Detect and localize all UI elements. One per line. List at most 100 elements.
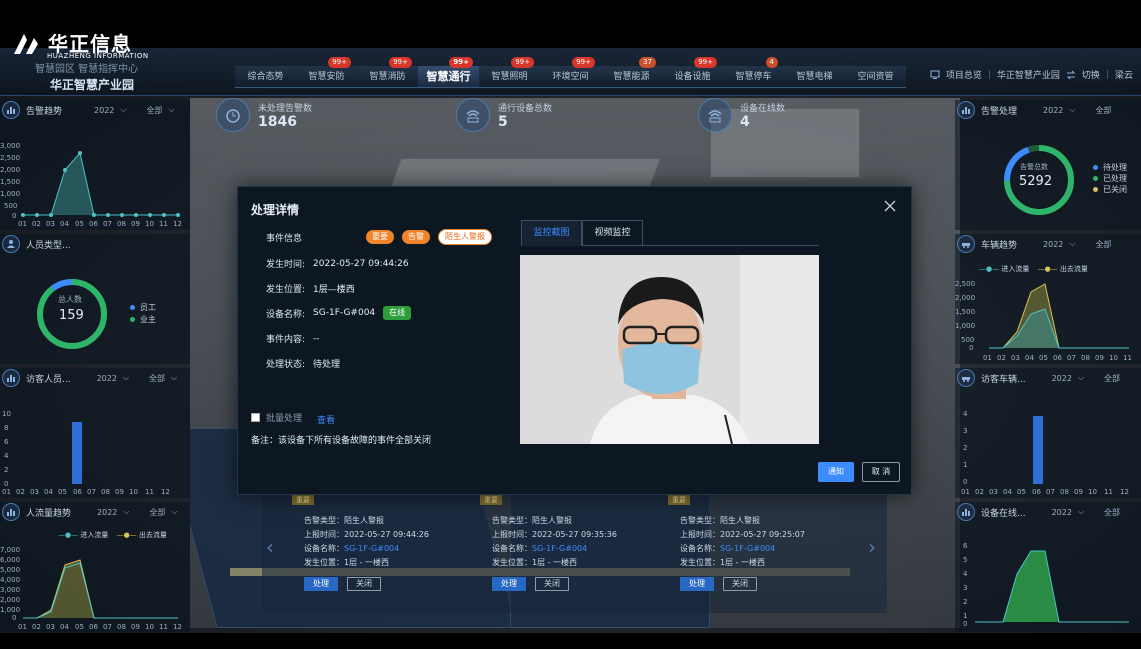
alarm-card: 重要 告警类型：陌生人警报 上报时间：2022-05-27 09:25:07 设…: [638, 495, 810, 605]
scope-select[interactable]: 全部: [149, 507, 165, 518]
svg-text:04: 04: [60, 623, 69, 631]
svg-text:03: 03: [1011, 354, 1020, 362]
alarm-device: 设备名称：SG-1F-G#004: [492, 544, 588, 553]
nav-item-space[interactable]: 空间资管: [845, 66, 906, 88]
svg-text:01: 01: [961, 488, 970, 496]
nav-item-lighting[interactable]: 智慧照明 99+: [479, 57, 540, 88]
chevron-right-icon[interactable]: ›: [868, 535, 876, 559]
panel-title: 访客人员...: [26, 374, 71, 385]
chevron-down-icon: ⌵: [171, 373, 178, 382]
chevron-down-icon: ⌵: [122, 373, 130, 382]
nav-item-parking[interactable]: 智慧停车 4: [723, 57, 784, 88]
main-nav: 综合态势 智慧安防 99+ 智慧消防 99+ 智慧通行 99+ 智慧照明 99+ 环境空…: [235, 57, 906, 88]
chart-icon: [2, 101, 20, 119]
svg-text:6: 6: [963, 542, 968, 550]
svg-text:09: 09: [131, 623, 140, 631]
stat-label: 通行设备总数: [498, 103, 553, 114]
svg-text:07: 07: [1046, 488, 1055, 496]
close-button[interactable]: 关闭: [347, 577, 381, 591]
year-select[interactable]: 2022: [1052, 508, 1072, 517]
person-legend: 员工 业主: [130, 302, 156, 326]
svg-text:06: 06: [89, 623, 98, 631]
year-select[interactable]: 2022: [1052, 374, 1072, 383]
year-select[interactable]: 2022: [1043, 106, 1063, 115]
handle-button[interactable]: 处理: [680, 577, 714, 591]
chevron-left-icon[interactable]: ‹: [266, 535, 274, 559]
batch-checkbox[interactable]: [251, 413, 260, 422]
donut-label: 告警总数: [1020, 163, 1048, 171]
device-name: SG-1F-G#004: [313, 308, 376, 318]
chevron-down-icon: ⌵: [1069, 239, 1076, 248]
nav-item-devices[interactable]: 设备设施 99+: [662, 57, 723, 88]
park-title: 华正智慧产业园: [50, 78, 135, 92]
view-link[interactable]: 查看: [317, 413, 335, 426]
alarm-location: 发生位置：1层 - 一楼西: [492, 558, 578, 567]
panel-title: 人员类型...: [26, 240, 71, 251]
visitors-chart: 10 8 6 4 2 0 01 02 03 04 05 06 07 08 09 10 11 12: [2, 410, 170, 496]
brand-name: 华正信息: [48, 32, 132, 56]
x-tick: 09: [131, 220, 140, 228]
event-content: --: [313, 333, 320, 344]
svg-text:01: 01: [983, 354, 992, 362]
svg-text:04: 04: [1025, 354, 1034, 362]
close-button[interactable]: 关闭: [723, 577, 757, 591]
scope-select[interactable]: 全部: [146, 105, 162, 116]
chart-icon: [957, 503, 975, 521]
cancel-button[interactable]: 取 消: [862, 462, 900, 482]
line-series: [23, 559, 178, 619]
chevron-down-icon: ⌵: [1069, 105, 1076, 114]
scope-select[interactable]: 全部: [149, 373, 165, 384]
donut-label: 总人数: [58, 295, 82, 304]
handle-button[interactable]: 处理: [492, 577, 526, 591]
svg-text:06: 06: [1053, 354, 1062, 362]
field-label: 处理状态:: [266, 360, 306, 370]
scope-select[interactable]: 全部: [1104, 373, 1120, 384]
svg-text:0: 0: [4, 480, 8, 488]
x-tick: 01: [18, 220, 27, 228]
handle-button[interactable]: 处理: [304, 577, 338, 591]
close-icon[interactable]: [883, 199, 897, 213]
year-select[interactable]: 2022: [1043, 240, 1063, 249]
svg-text:07: 07: [1067, 354, 1076, 362]
bar: [72, 422, 82, 484]
user-name[interactable]: 梁云: [1115, 68, 1133, 81]
svg-text:11: 11: [159, 623, 168, 631]
tab-video[interactable]: 视频监控: [582, 220, 643, 246]
event-info-row: 事件信息 重要 告警 陌生人警报: [266, 229, 493, 245]
y-tick: 2,000: [0, 166, 20, 174]
nav-item-fire[interactable]: 智慧消防 99+: [357, 57, 418, 88]
switch-icon: [1066, 70, 1076, 79]
svg-text:4,000: 4,000: [0, 576, 20, 584]
scope-select[interactable]: 全部: [1095, 105, 1111, 116]
project-overview-link[interactable]: 项目总览: [946, 68, 982, 81]
switch-button[interactable]: 切换: [1082, 68, 1100, 81]
year-select[interactable]: 2022: [94, 106, 114, 115]
nav-item-overview[interactable]: 综合态势: [235, 66, 296, 88]
legend-dot: [1093, 165, 1098, 170]
scope-select[interactable]: 全部: [1095, 239, 1111, 250]
nav-item-elevator[interactable]: 智慧电梯: [784, 66, 845, 88]
field-label: 事件信息: [266, 233, 303, 244]
year-select[interactable]: 2022: [97, 508, 117, 517]
svg-text:5,000: 5,000: [0, 566, 20, 574]
panel-alarm-trend: 告警趋势 2022 ⌵ 全部 ⌵ 3,000 2,500 2,000 1,500…: [0, 100, 190, 230]
tab-snapshot[interactable]: 监控截图: [521, 220, 582, 246]
nav-item-security[interactable]: 智慧安防 99+: [296, 57, 357, 88]
line-series: [989, 308, 1129, 349]
field-label: 事件内容:: [266, 335, 306, 345]
system-title: 智慧园区 智慧指挥中心: [35, 64, 139, 75]
year-select[interactable]: 2022: [97, 374, 117, 383]
scope-select[interactable]: 全部: [1104, 507, 1120, 518]
nav-item-energy[interactable]: 智慧能源 37: [601, 57, 662, 88]
chart-icon: [957, 101, 975, 119]
panel-flow-trend: 人流量趋势 2022 ⌵ 全部 ⌵ —●— 进入流量 —●— 出去流量 7,00…: [0, 502, 190, 632]
visitor-vehicle-chart: 43210 01 02 03 04 05 06 07 08 09 10 11 12: [961, 410, 1129, 496]
svg-text:11: 11: [1123, 354, 1132, 362]
data-point: [21, 213, 25, 217]
close-button[interactable]: 关闭: [535, 577, 569, 591]
tag-alarm: 告警: [402, 230, 431, 244]
nav-item-environment[interactable]: 环境空间 99+: [540, 57, 601, 88]
notify-button[interactable]: 通知: [818, 462, 854, 482]
svg-text:11: 11: [1104, 488, 1113, 496]
nav-item-access[interactable]: 智慧通行 99+: [418, 57, 479, 88]
